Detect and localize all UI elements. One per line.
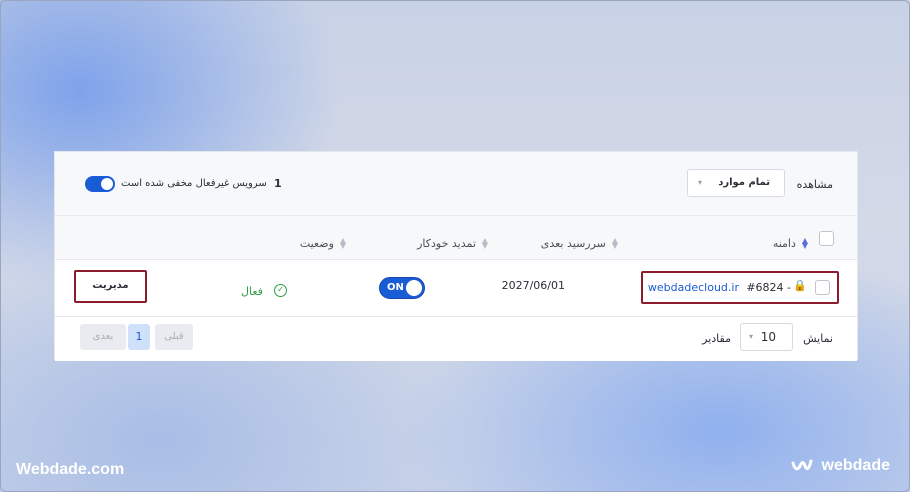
table-header: دامنه ▲ ▼ سررسید بعدی ▲ ▼ تمدید خودکار ▲ ▼ …: [55, 216, 857, 260]
table-footer: نمایش ▾ 10 مقادیر بعدی 1 قبلی: [55, 317, 857, 361]
column-auto-renew-label: تمدید خودکار: [417, 237, 476, 250]
sort-icon: ▲ ▼: [611, 235, 619, 250]
column-domain-label: دامنه: [772, 237, 796, 250]
webdade-logo-icon: [791, 457, 813, 475]
sort-icon: ▲ ▼: [481, 235, 489, 250]
row-checkbox[interactable]: [815, 280, 830, 295]
next-due-date: 2027/06/01: [501, 279, 565, 292]
page-size-value: 10: [760, 330, 776, 344]
domain-link[interactable]: webdadecloud.ir: [648, 281, 739, 294]
next-page-label: بعدی: [92, 331, 114, 342]
lock-icon: 🔒: [793, 279, 807, 292]
table-row: 🔒 #6824 - webdadecloud.ir 2027/06/01 ON …: [55, 260, 857, 317]
prev-page-label: قبلی: [164, 331, 184, 342]
check-circle-icon: ✓: [274, 284, 287, 297]
show-label: نمایش: [803, 332, 833, 345]
auto-renew-switch[interactable]: ON: [379, 277, 425, 299]
column-status[interactable]: وضعیت ▲ ▼: [300, 232, 347, 251]
toolbar: مشاهده ▾ تمام موارد سرویس غیرفعال مخفی ش…: [55, 152, 857, 216]
next-page-button[interactable]: بعدی: [80, 324, 126, 350]
current-page[interactable]: 1: [128, 324, 150, 350]
brand-logo: webdade: [791, 457, 890, 475]
domain-cell-highlight: 🔒 #6824 - webdadecloud.ir: [641, 271, 839, 304]
prev-page-button[interactable]: قبلی: [155, 324, 193, 350]
show-hidden-toggle[interactable]: [85, 176, 115, 192]
sort-icon: ▲ ▼: [339, 235, 347, 250]
page-size-select[interactable]: ▾ 10: [740, 323, 793, 351]
column-domain[interactable]: دامنه ▲ ▼: [773, 232, 809, 251]
services-panel: مشاهده ▾ تمام موارد سرویس غیرفعال مخفی ش…: [54, 151, 858, 361]
hidden-services-text: سرویس غیرفعال مخفی شده است: [121, 178, 267, 189]
manage-button[interactable]: مدیریت: [74, 270, 147, 303]
switch-knob: [406, 280, 422, 296]
column-status-label: وضعیت: [299, 237, 334, 250]
filter-dropdown[interactable]: ▾ تمام موارد: [687, 169, 785, 197]
brand-website: Webdade.com: [16, 461, 125, 478]
toggle-knob: [101, 178, 113, 190]
chevron-down-icon: ▾: [698, 178, 703, 187]
select-all-checkbox[interactable]: [819, 231, 834, 246]
column-auto-renew[interactable]: تمدید خودکار ▲ ▼: [417, 232, 489, 251]
column-next-due[interactable]: سررسید بعدی ▲ ▼: [541, 232, 619, 251]
brand-logo-text: webdade: [821, 457, 890, 475]
status-text: فعال: [240, 285, 263, 298]
sort-icon: ▲ ▼: [801, 235, 809, 250]
hidden-services-count: 1: [274, 177, 282, 190]
toggle-track: [85, 176, 115, 192]
status-badge: فعال ✓: [241, 280, 287, 299]
view-label: مشاهده: [796, 178, 833, 191]
service-id: #6824 -: [746, 281, 791, 294]
filter-value: تمام موارد: [718, 177, 770, 188]
switch-label: ON: [387, 282, 404, 293]
manage-label: مدیریت: [92, 280, 129, 291]
values-label: مقادیر: [702, 332, 731, 345]
chevron-down-icon: ▾: [749, 332, 754, 341]
column-next-due-label: سررسید بعدی: [540, 237, 606, 250]
current-page-label: 1: [135, 330, 143, 343]
